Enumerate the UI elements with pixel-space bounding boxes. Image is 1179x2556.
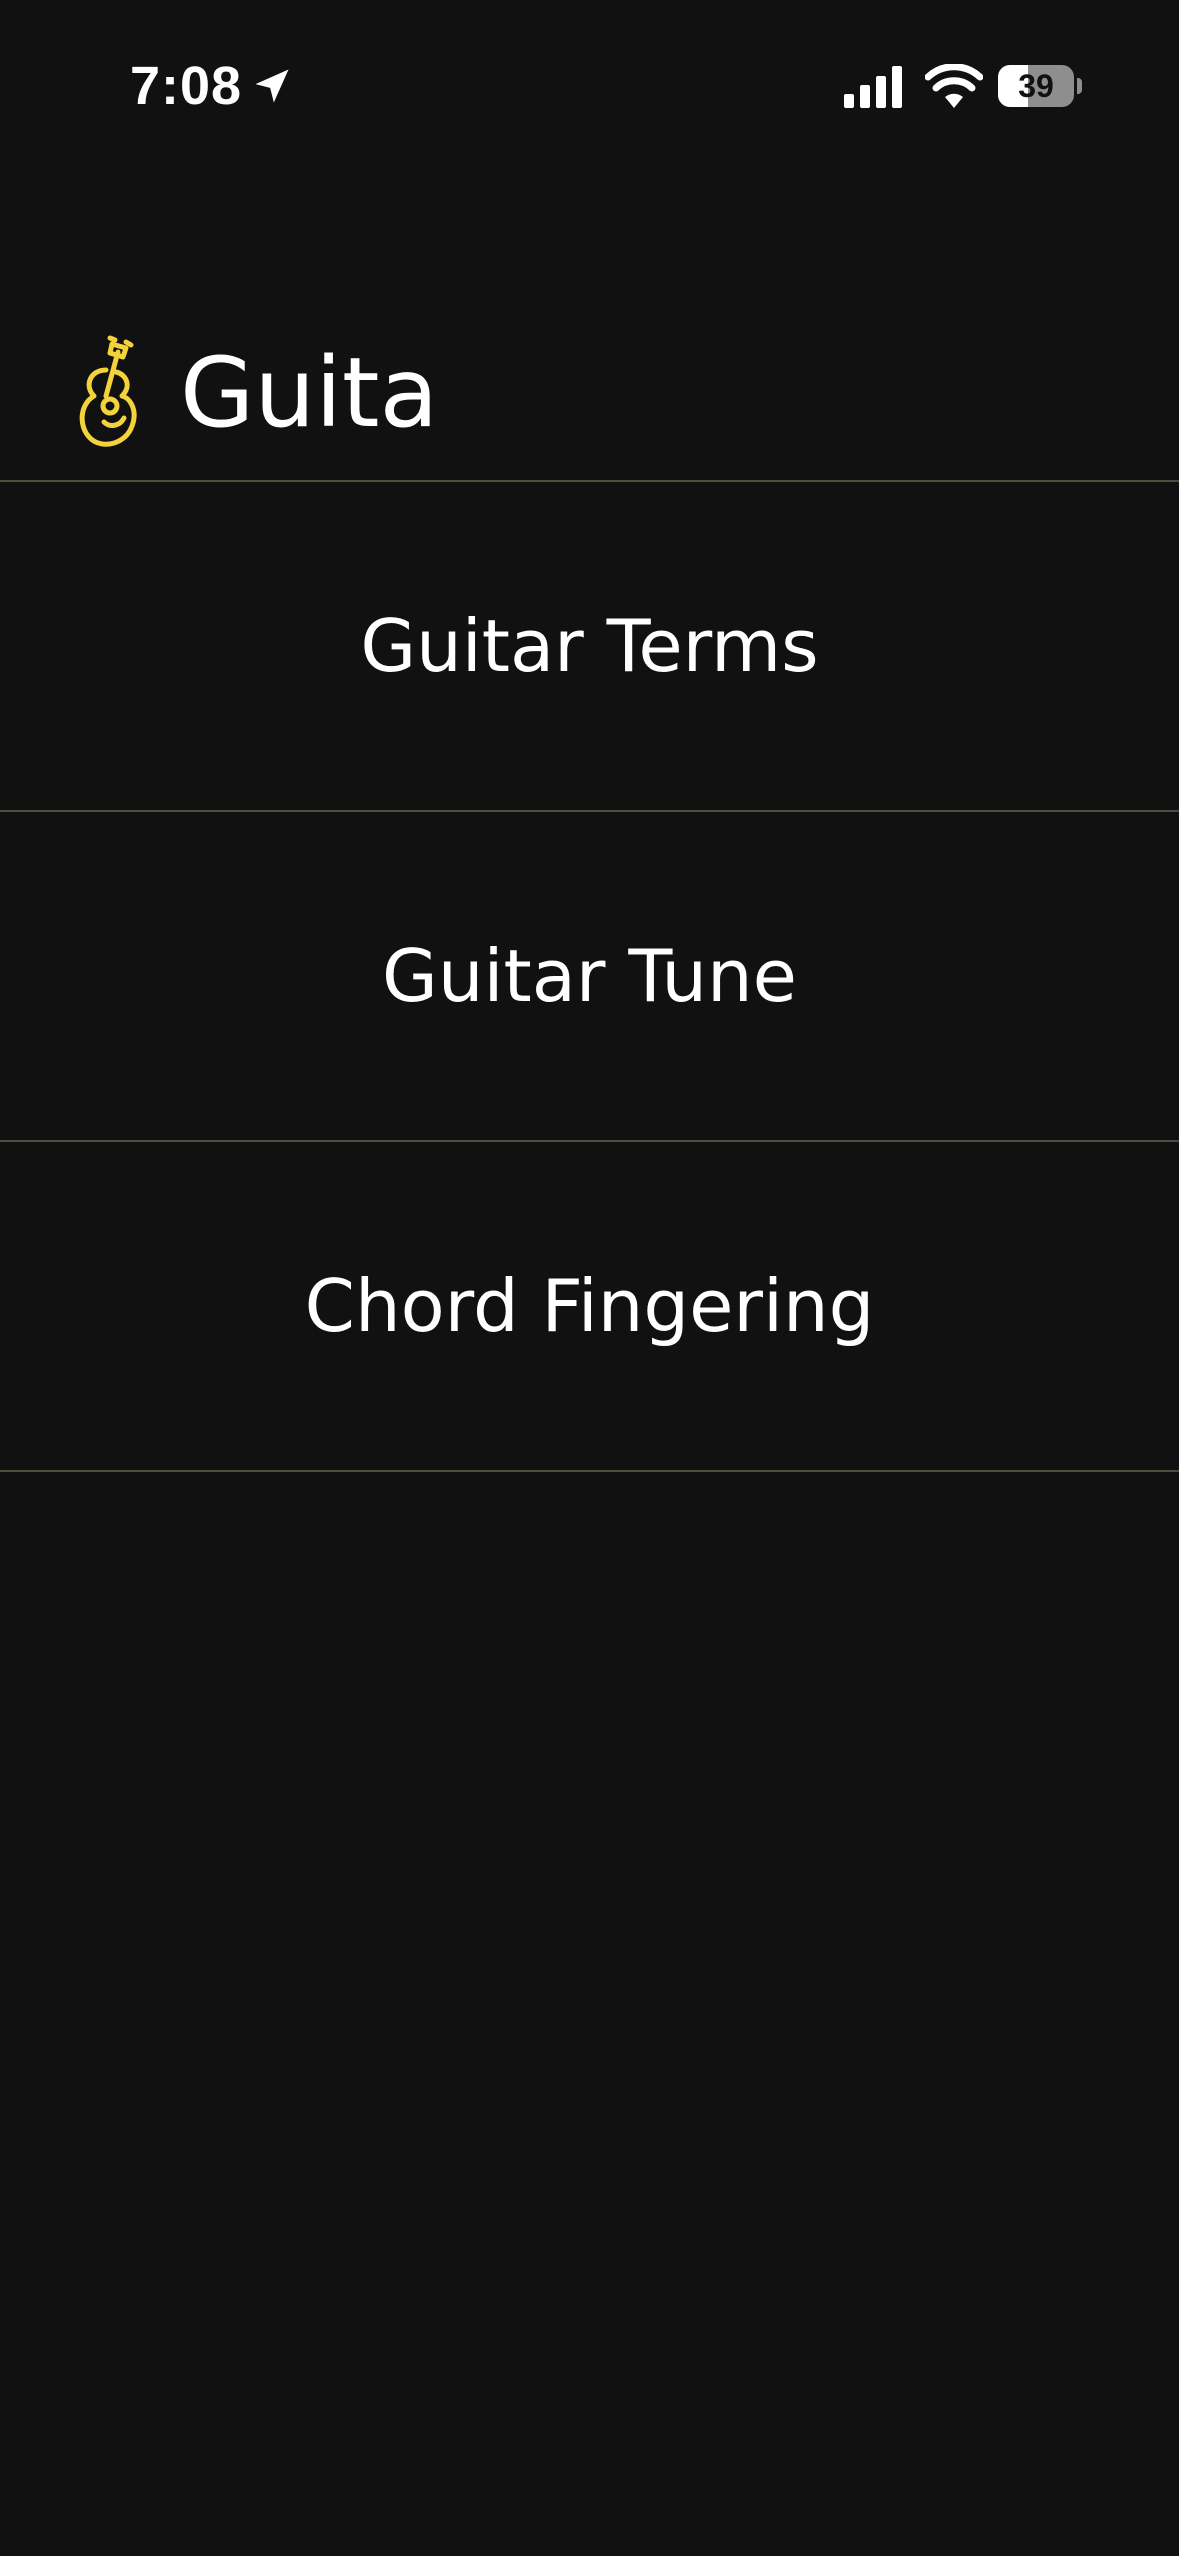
battery-body: 39 <box>998 65 1074 107</box>
menu-item-label: Guitar Tune <box>382 934 797 1018</box>
app-header: Guita <box>0 300 1179 480</box>
status-time: 7:08 <box>130 56 243 116</box>
menu-item-label: Chord Fingering <box>304 1264 875 1348</box>
battery-percent: 39 <box>1018 68 1054 104</box>
guitar-logo-icon <box>79 335 137 447</box>
menu-item-guitar-terms[interactable]: Guitar Terms <box>0 482 1179 810</box>
menu-item-label: Guitar Terms <box>360 604 819 688</box>
menu-item-guitar-tune[interactable]: Guitar Tune <box>0 812 1179 1140</box>
menu-item-chord-fingering[interactable]: Chord Fingering <box>0 1142 1179 1470</box>
battery-tip <box>1077 78 1082 94</box>
divider <box>0 1470 1179 1472</box>
location-arrow-icon <box>255 69 289 103</box>
wifi-icon <box>925 64 983 108</box>
cellular-signal-icon <box>844 66 902 108</box>
status-bar: 7:08 39 <box>0 0 1179 170</box>
battery-icon: 39 <box>998 65 1082 107</box>
app-title: Guita <box>180 337 439 449</box>
